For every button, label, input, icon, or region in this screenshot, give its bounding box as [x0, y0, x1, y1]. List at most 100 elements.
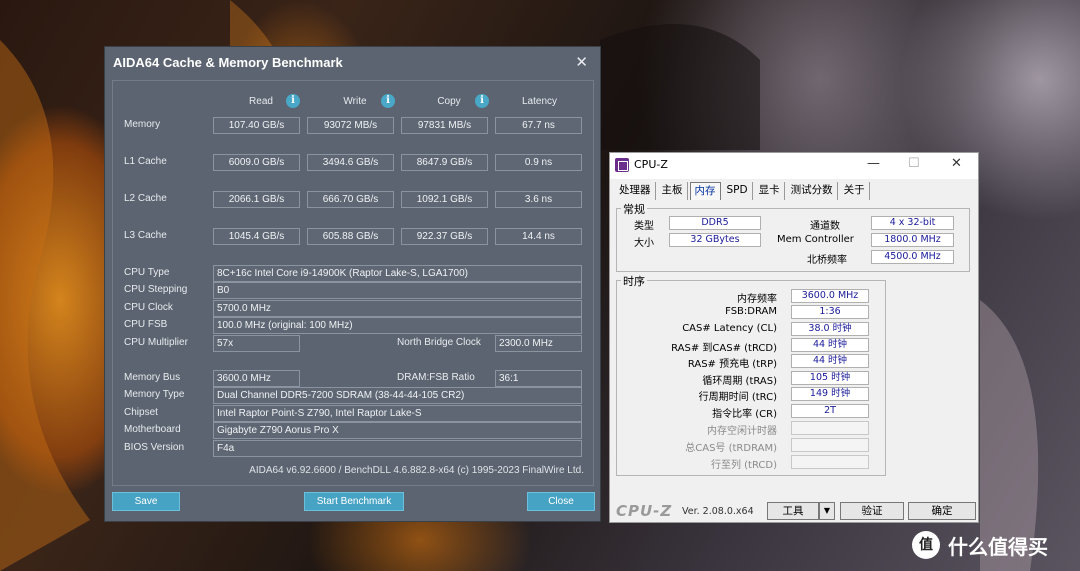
memory-copy-value: 97831 MB/s — [401, 117, 488, 134]
total-cas-value — [791, 438, 869, 452]
cas-latency-value: 38.0 时钟 — [791, 322, 869, 336]
column-header-latency: Latency — [521, 96, 558, 107]
tab-about[interactable]: 关于 — [840, 182, 870, 200]
north-bridge-clock-value: 2300.0 MHz — [495, 335, 582, 352]
cpu-multiplier-value: 57x — [213, 335, 300, 352]
tab-cpu[interactable]: 处理器 — [615, 182, 656, 200]
dram-fsb-ratio-value: 36:1 — [495, 370, 582, 387]
channels-value: 4 x 32-bit — [871, 216, 954, 230]
chipset-label: Chipset — [124, 407, 158, 418]
tab-graphics[interactable]: 显卡 — [755, 182, 785, 200]
column-header-write: Write — [343, 96, 367, 107]
tab-memory[interactable]: 内存 — [689, 182, 721, 200]
info-icon[interactable]: i — [286, 94, 300, 108]
trcd-label: RAS# 到CAS# (tRCD) — [671, 343, 777, 354]
column-header-copy: Copy — [437, 96, 461, 107]
minimize-icon[interactable]: — — [867, 156, 880, 171]
memory-type-label: Memory Type — [124, 389, 185, 400]
command-rate-label: 指令比率 (CR) — [712, 409, 777, 420]
info-icon[interactable]: i — [381, 94, 395, 108]
tab-spd[interactable]: SPD — [723, 182, 753, 200]
validate-button[interactable]: 验证 — [840, 502, 904, 520]
row-to-column-value — [791, 455, 869, 469]
cpuz-titlebar[interactable]: CPU-Z — ☐ ✕ — [610, 153, 978, 179]
cpuz-bottom-bar: CPU-Z Ver. 2.08.0.x64 工具 ▼ 验证 确定 — [610, 500, 978, 522]
l1-write-value: 3494.6 GB/s — [307, 154, 394, 171]
mem-controller-label: Mem Controller — [777, 234, 854, 245]
l2-latency-value: 3.6 ns — [495, 191, 582, 208]
memory-read-value: 107.40 GB/s — [213, 117, 300, 134]
l3-copy-value: 922.37 GB/s — [401, 228, 488, 245]
command-rate-value: 2T — [791, 404, 869, 418]
memory-bus-label: Memory Bus — [124, 372, 181, 383]
size-label: 大小 — [634, 238, 654, 249]
chipset-value: Intel Raptor Point-S Z790, Intel Raptor … — [213, 405, 582, 422]
general-group: 常规 类型 DDR5 大小 32 GBytes 通道数 4 x 32-bit M… — [616, 201, 970, 272]
channels-label: 通道数 — [810, 221, 840, 232]
memory-latency-value: 67.7 ns — [495, 117, 582, 134]
tras-value: 105 时钟 — [791, 371, 869, 385]
maximize-icon[interactable]: ☐ — [908, 156, 920, 171]
watermark-logo: 值 — [912, 531, 940, 559]
ok-button[interactable]: 确定 — [908, 502, 976, 520]
cpu-stepping-value: B0 — [213, 282, 582, 299]
l2-copy-value: 1092.1 GB/s — [401, 191, 488, 208]
row-label-l2: L2 Cache — [124, 193, 167, 204]
window-title: CPU-Z — [634, 158, 668, 171]
l3-latency-value: 14.4 ns — [495, 228, 582, 245]
type-label: 类型 — [634, 221, 654, 232]
close-icon[interactable]: ✕ — [951, 156, 962, 171]
cpu-type-value: 8C+16c Intel Core i9-14900K (Raptor Lake… — [213, 265, 582, 282]
cpu-clock-label: CPU Clock — [124, 302, 173, 313]
tras-label: 循环周期 (tRAS) — [702, 376, 777, 387]
cas-latency-label: CAS# Latency (CL) — [682, 323, 777, 334]
memory-write-value: 93072 MB/s — [307, 117, 394, 134]
cpu-stepping-label: CPU Stepping — [124, 284, 188, 295]
memory-size-value: 32 GBytes — [669, 233, 761, 247]
motherboard-value: Gigabyte Z790 Aorus Pro X — [213, 422, 582, 439]
watermark: 值 什么值得买 — [912, 530, 1048, 560]
memory-type-value: Dual Channel DDR5-7200 SDRAM (38-44-44-1… — [213, 387, 582, 404]
tab-mainboard[interactable]: 主板 — [658, 182, 688, 200]
dram-idle-timer-value — [791, 421, 869, 435]
motherboard-label: Motherboard — [124, 424, 181, 435]
row-to-column-label: 行至列 (tRCD) — [710, 460, 777, 471]
trp-value: 44 时钟 — [791, 354, 869, 368]
group-title-general: 常规 — [621, 201, 647, 217]
memory-bus-value: 3600.0 MHz — [213, 370, 300, 387]
trc-label: 行周期时间 (tRC) — [698, 392, 777, 403]
l1-read-value: 6009.0 GB/s — [213, 154, 300, 171]
tools-button[interactable]: 工具 — [767, 502, 819, 520]
tab-bar: 处理器 主板 内存 SPD 显卡 测试分数 关于 — [615, 182, 872, 200]
trp-label: RAS# 预充电 (tRP) — [687, 359, 777, 370]
start-benchmark-button[interactable]: Start Benchmark — [304, 492, 404, 511]
nb-frequency-label: 北桥频率 — [807, 255, 847, 266]
tab-bench[interactable]: 测试分数 — [787, 182, 838, 200]
cpuz-logo: CPU-Z — [616, 502, 673, 520]
cpu-multiplier-label: CPU Multiplier — [124, 337, 188, 348]
nb-frequency-value: 4500.0 MHz — [871, 250, 954, 264]
aida64-titlebar[interactable]: AIDA64 Cache & Memory Benchmark — [105, 47, 600, 77]
save-button[interactable]: Save — [112, 492, 180, 511]
close-icon[interactable]: ✕ — [575, 53, 588, 71]
row-label-l1: L1 Cache — [124, 156, 167, 167]
info-icon[interactable]: i — [475, 94, 489, 108]
dram-frequency-label: 内存频率 — [737, 294, 777, 305]
l2-read-value: 2066.1 GB/s — [213, 191, 300, 208]
group-title-timings: 时序 — [621, 273, 647, 289]
row-label-l3: L3 Cache — [124, 230, 167, 241]
aida64-window: AIDA64 Cache & Memory Benchmark ✕ Read i… — [104, 46, 601, 522]
cpuz-app-icon — [615, 158, 629, 172]
cpu-fsb-value: 100.0 MHz (original: 100 MHz) — [213, 317, 582, 334]
close-button[interactable]: Close — [527, 492, 595, 511]
fsb-dram-value: 1:36 — [791, 305, 869, 319]
row-label-memory: Memory — [124, 119, 161, 130]
memory-type-value: DDR5 — [669, 216, 761, 230]
l3-read-value: 1045.4 GB/s — [213, 228, 300, 245]
timings-group: 时序 内存频率 3600.0 MHz FSB:DRAM 1:36 CAS# La… — [616, 273, 886, 476]
copyright-footer: AIDA64 v6.92.6600 / BenchDLL 4.6.882.8-x… — [249, 465, 584, 476]
window-title: AIDA64 Cache & Memory Benchmark — [113, 54, 343, 70]
column-header-read: Read — [249, 96, 273, 107]
watermark-text: 什么值得买 — [948, 534, 1048, 559]
chevron-down-icon[interactable]: ▼ — [819, 502, 835, 520]
